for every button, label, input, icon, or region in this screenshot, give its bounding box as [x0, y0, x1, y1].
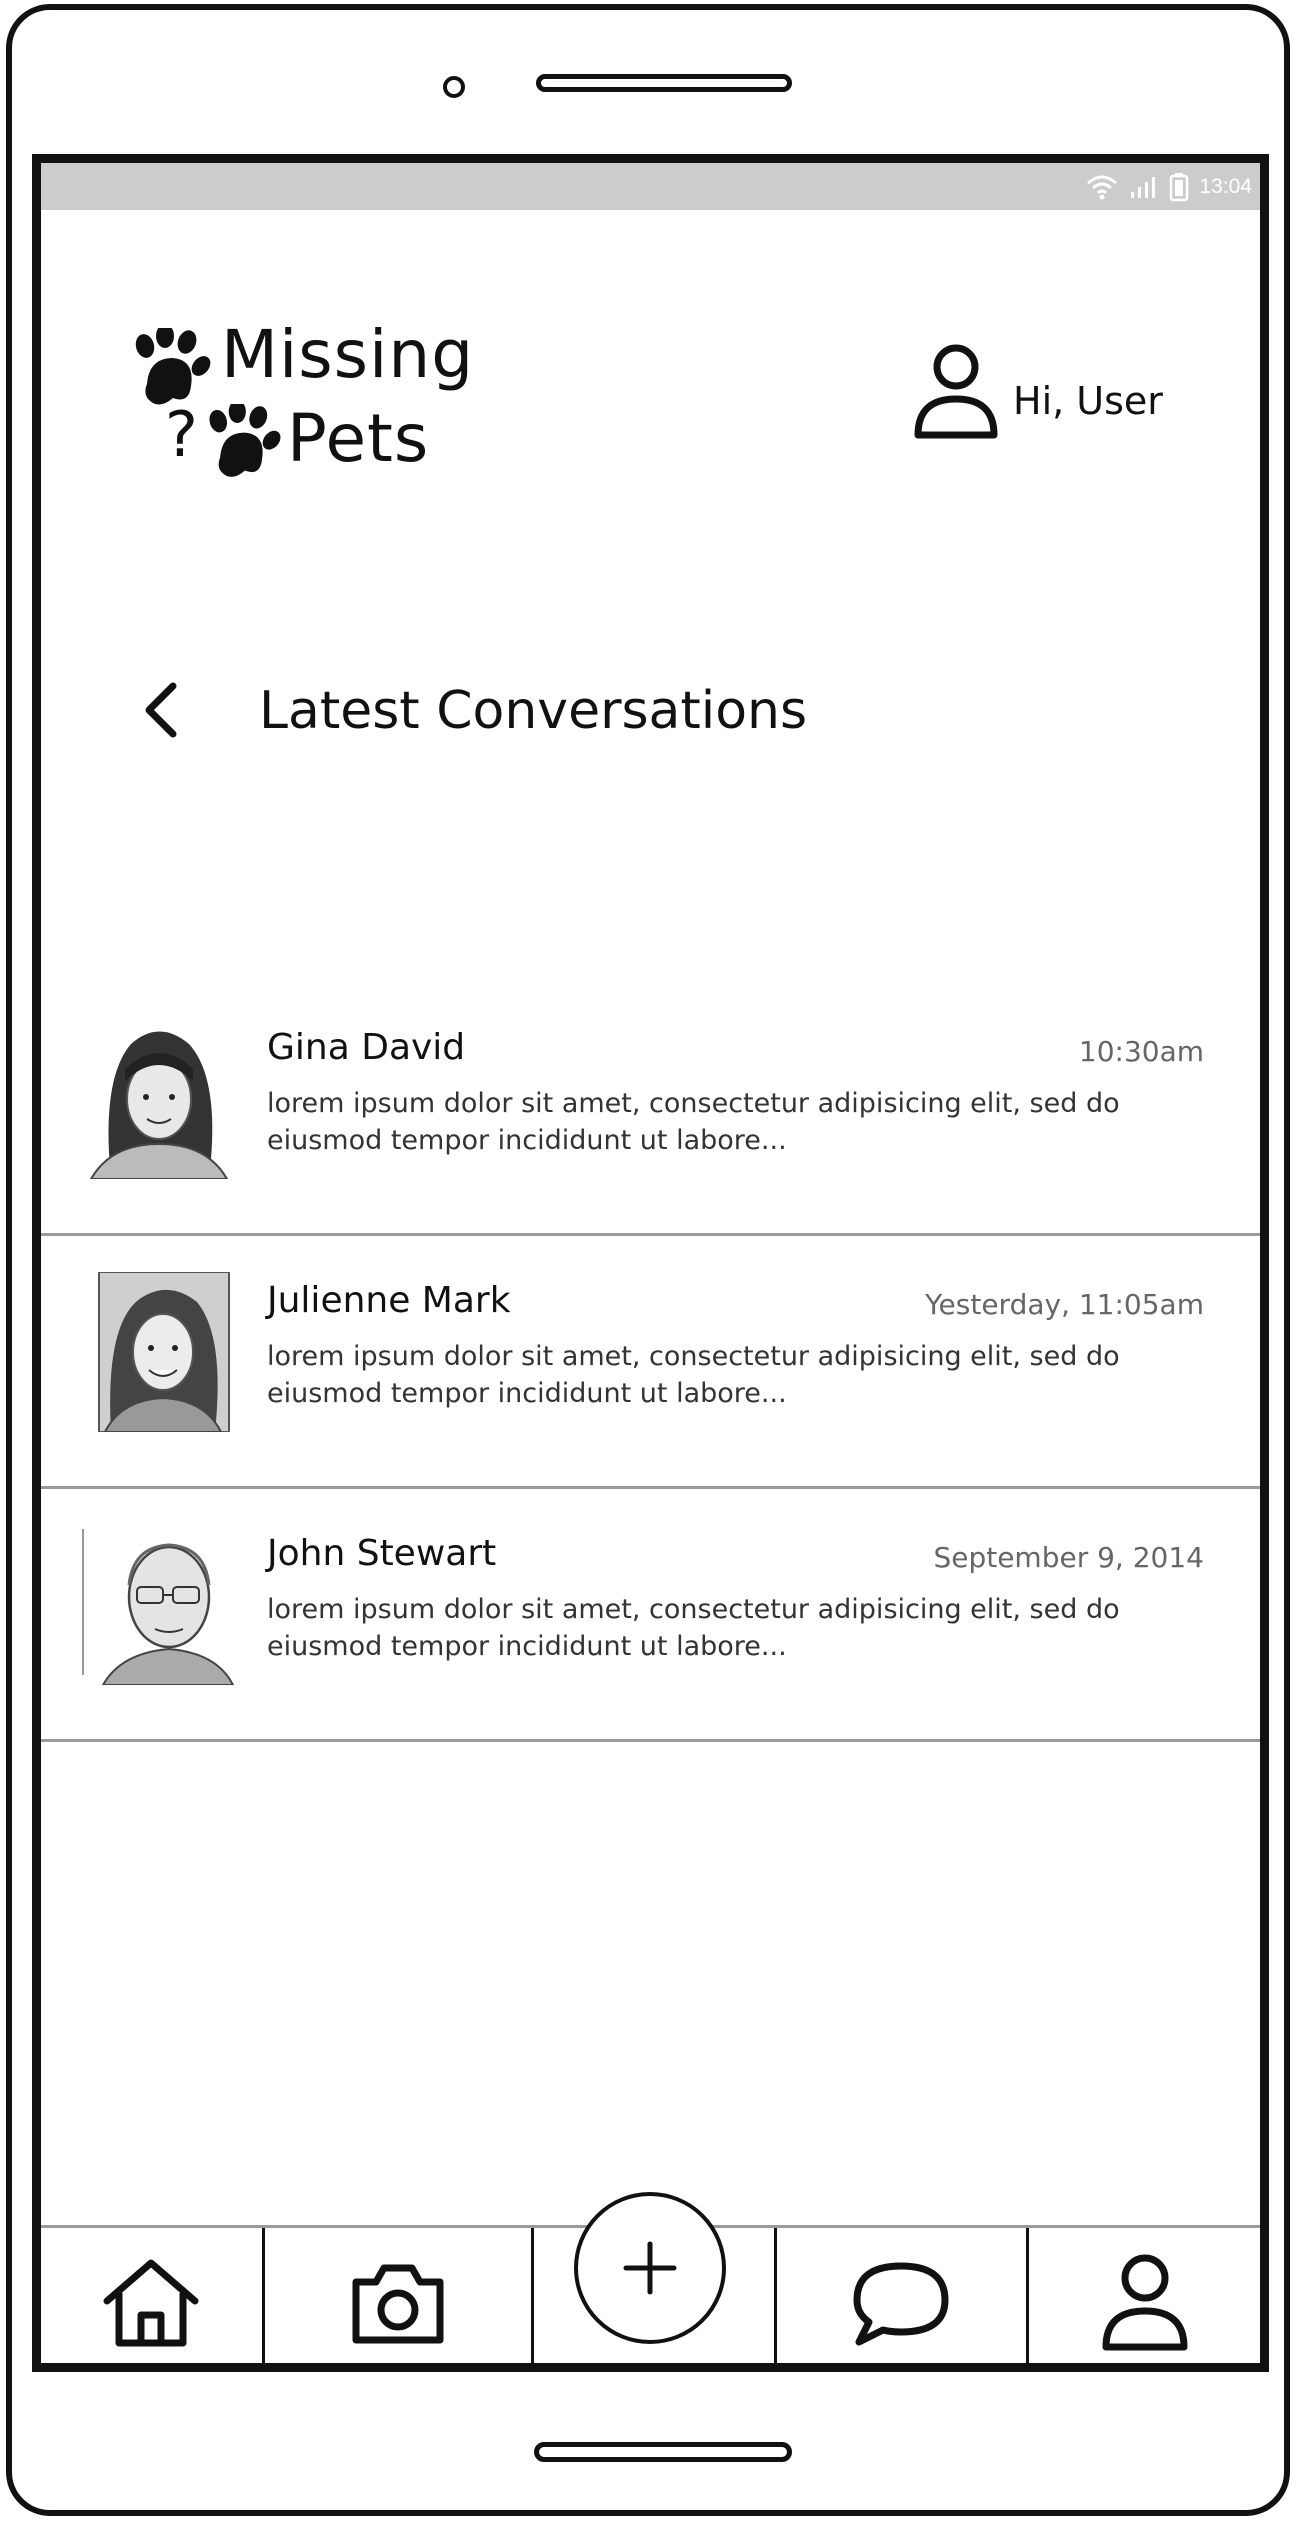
conversation-item[interactable]: Gina David 10:30am lorem ipsum dolor sit…	[41, 983, 1260, 1236]
bottom-navigation	[41, 2192, 1260, 2363]
avatar	[81, 1525, 236, 1685]
status-time: 13:04	[1199, 174, 1252, 198]
nav-profile-button[interactable]	[1029, 2228, 1260, 2363]
user-icon	[914, 344, 998, 439]
message-preview: lorem ipsum dolor sit amet, consectetur …	[267, 1341, 1120, 1409]
nav-add-button[interactable]	[574, 2192, 726, 2344]
user-greeting: Hi, User	[1013, 379, 1163, 423]
camera-icon	[352, 2264, 444, 2344]
battery-icon	[1170, 172, 1189, 201]
logo-text-pets: Pets	[287, 400, 430, 477]
back-button[interactable]	[137, 680, 187, 740]
nav-camera-button[interactable]	[265, 2228, 531, 2363]
message-time: Yesterday, 11:05am	[925, 1288, 1204, 1321]
home-icon	[103, 2259, 199, 2347]
conversation-list: Gina David 10:30am lorem ipsum dolor sit…	[41, 983, 1260, 1742]
page-title: Latest Conversations	[259, 681, 808, 741]
signal-icon	[1131, 176, 1156, 198]
screen: 13:04 Missing ? Pets Hi, User Latest Con…	[32, 154, 1269, 2372]
chat-icon	[853, 2262, 949, 2346]
conversation-item[interactable]: John Stewart September 9, 2014 lorem ips…	[41, 1489, 1260, 1742]
conversation-item[interactable]: Julienne Mark Yesterday, 11:05am lorem i…	[41, 1236, 1260, 1489]
nav-home-button[interactable]	[41, 2228, 261, 2363]
front-camera	[443, 76, 465, 98]
nav-chat-button[interactable]	[777, 2228, 1025, 2363]
paw-icon	[209, 404, 281, 477]
message-preview: lorem ipsum dolor sit amet, consectetur …	[267, 1594, 1120, 1662]
chevron-left-icon	[145, 682, 177, 738]
status-bar: 13:04	[41, 163, 1260, 210]
contact-name: Gina David	[267, 1027, 466, 1068]
earpiece-speaker	[536, 74, 792, 92]
contact-name: Julienne Mark	[267, 1280, 511, 1321]
user-icon	[1102, 2254, 1187, 2351]
message-preview: lorem ipsum dolor sit amet, consectetur …	[267, 1088, 1120, 1156]
logo-question-mark: ?	[165, 398, 199, 471]
avatar	[98, 1272, 230, 1432]
message-time: 10:30am	[1078, 1035, 1204, 1068]
home-indicator	[534, 2442, 792, 2462]
nav-divider	[531, 2228, 534, 2363]
contact-name: John Stewart	[267, 1533, 497, 1574]
avatar	[81, 1019, 236, 1179]
plus-icon	[623, 2241, 677, 2295]
user-profile-link[interactable]: Hi, User	[913, 343, 1163, 441]
wifi-icon	[1087, 175, 1118, 199]
message-time: September 9, 2014	[933, 1541, 1204, 1574]
app-logo: Missing ? Pets	[129, 308, 489, 478]
logo-text-missing: Missing	[221, 316, 475, 393]
